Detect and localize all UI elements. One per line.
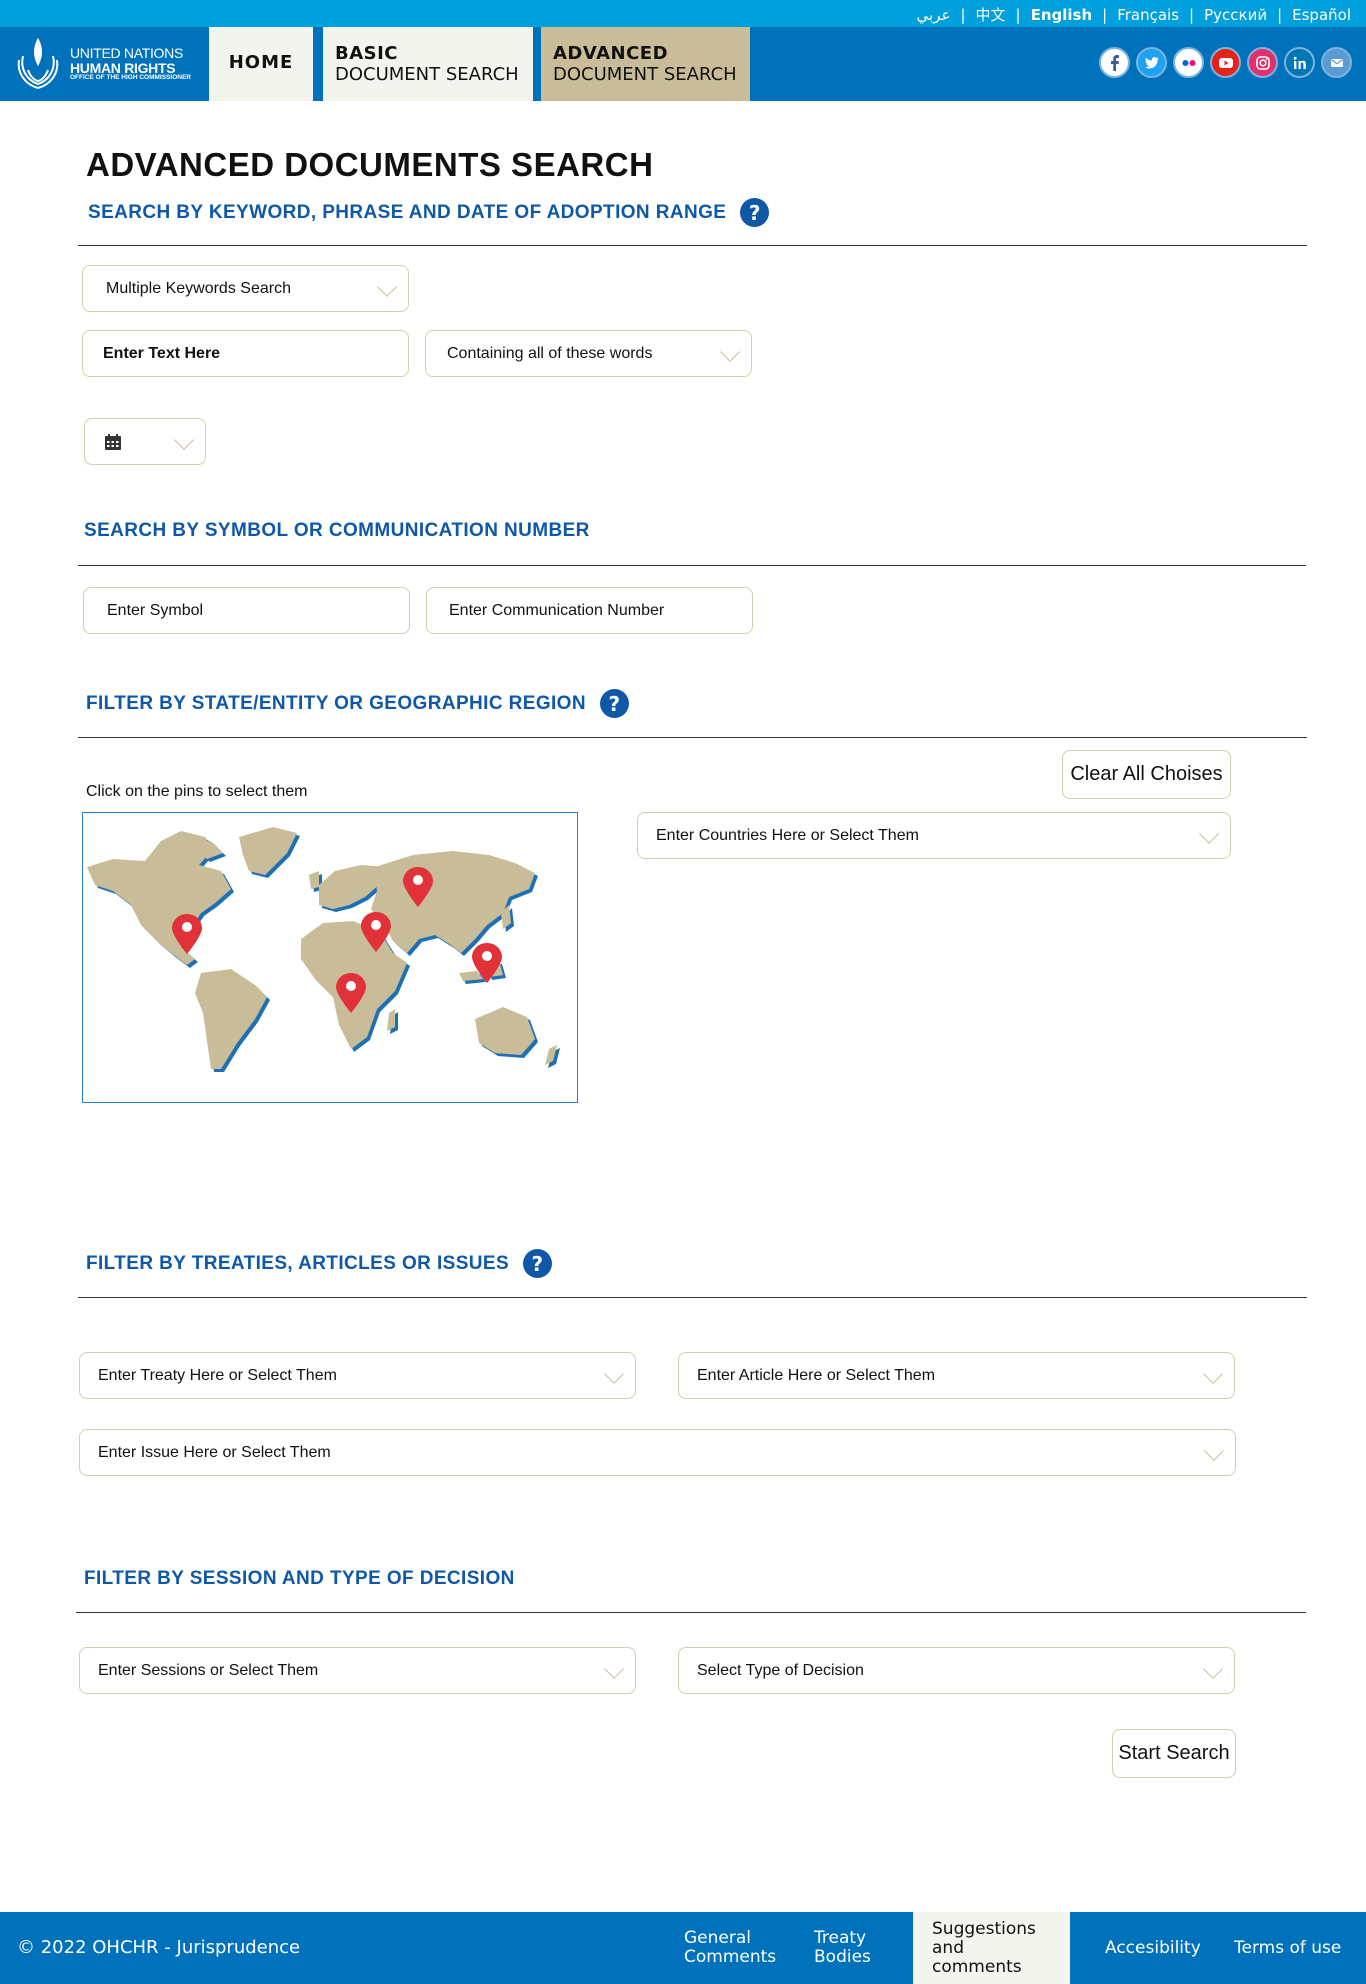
section-symbol-title: SEARCH BY SYMBOL OR COMMUNICATION NUMBER — [84, 520, 590, 542]
chevron-down-icon — [1199, 824, 1219, 844]
article-select[interactable]: Enter Article Here or Select Them — [678, 1352, 1235, 1399]
footer-link-treaty-bodies[interactable]: Treaty Bodies — [814, 1912, 871, 1984]
chevron-down-icon — [604, 1364, 624, 1384]
help-icon[interactable]: ? — [599, 689, 629, 718]
countries-select[interactable]: Enter Countries Here or Select Them — [637, 812, 1231, 859]
youtube-icon[interactable] — [1210, 47, 1241, 78]
chevron-down-icon — [604, 1659, 624, 1679]
tab-home-label: HOME — [228, 52, 294, 73]
footer-link-suggestions[interactable]: Suggestions and comments — [913, 1912, 1070, 1984]
section-session-title: FILTER BY SESSION AND TYPE OF DECISION — [84, 1568, 515, 1590]
tab-basic-label-2: DOCUMENT SEARCH — [335, 64, 519, 85]
chevron-down-icon — [174, 430, 194, 450]
decision-type-select[interactable]: Select Type of Decision — [678, 1647, 1235, 1694]
facebook-icon[interactable] — [1099, 47, 1130, 78]
flickr-icon[interactable] — [1173, 47, 1204, 78]
lang-english[interactable]: English — [1031, 6, 1093, 24]
treaty-placeholder: Enter Treaty Here or Select Them — [98, 1366, 337, 1384]
chevron-down-icon — [377, 277, 397, 297]
search-mode-value: Multiple Keywords Search — [106, 279, 291, 297]
tab-home[interactable]: HOME — [209, 27, 313, 101]
section-divider — [78, 245, 1307, 246]
symbol-input[interactable]: Enter Symbol — [83, 587, 410, 634]
section-treaties-label: FILTER BY TREATIES, ARTICLES OR ISSUES — [86, 1252, 510, 1274]
email-icon[interactable] — [1321, 47, 1352, 78]
start-search-button[interactable]: Start Search — [1112, 1729, 1236, 1778]
copyright: © 2022 OHCHR - Jurisprudence — [17, 1937, 301, 1958]
lang-russian[interactable]: Русский — [1204, 6, 1267, 24]
decision-type-placeholder: Select Type of Decision — [697, 1661, 864, 1679]
communication-number-placeholder: Enter Communication Number — [449, 601, 665, 619]
section-keyword-title: SEARCH BY KEYWORD, PHRASE AND DATE OF AD… — [88, 198, 770, 227]
lang-chinese[interactable]: 中文 — [976, 4, 1006, 25]
world-map[interactable] — [82, 812, 578, 1103]
section-divider — [78, 737, 1307, 738]
communication-number-input[interactable]: Enter Communication Number — [426, 587, 753, 634]
world-map-image — [87, 827, 557, 1069]
date-range-picker[interactable] — [84, 418, 206, 465]
twitter-icon[interactable] — [1136, 47, 1167, 78]
keyword-text-input[interactable]: Enter Text Here — [82, 330, 409, 377]
section-region-label: FILTER BY STATE/ENTITY OR GEOGRAPHIC REG… — [86, 692, 586, 714]
sessions-select[interactable]: Enter Sessions or Select Them — [79, 1647, 636, 1694]
brand-line-3: OFFICE OF THE HIGH COMMISSIONER — [70, 74, 191, 82]
tab-basic-search[interactable]: BASIC DOCUMENT SEARCH — [323, 27, 533, 101]
tab-basic-label-1: BASIC — [335, 43, 399, 64]
footer-link-terms[interactable]: Terms of use — [1234, 1912, 1341, 1984]
ohchr-logo[interactable]: UNITED NATIONS HUMAN RIGHTS OFFICE OF TH… — [14, 33, 194, 95]
match-mode-select[interactable]: Containing all of these words — [425, 330, 752, 377]
help-icon[interactable]: ? — [740, 198, 770, 227]
footer-link-general-comments[interactable]: General Comments — [684, 1912, 776, 1984]
instagram-icon[interactable] — [1247, 47, 1278, 78]
section-divider — [76, 1612, 1306, 1613]
search-mode-select[interactable]: Multiple Keywords Search — [82, 265, 409, 312]
brand-line-2: HUMAN RIGHTS — [70, 59, 176, 76]
page-title: ADVANCED DOCUMENTS SEARCH — [86, 146, 654, 183]
symbol-placeholder: Enter Symbol — [107, 601, 204, 619]
lang-spanish[interactable]: Español — [1292, 6, 1351, 24]
language-bar: عربي | 中文 | English | Français | Русский… — [0, 0, 1366, 27]
section-treaties-title: FILTER BY TREATIES, ARTICLES OR ISSUES ? — [86, 1249, 553, 1278]
calendar-icon — [105, 433, 121, 450]
tab-advanced-search[interactable]: ADVANCED DOCUMENT SEARCH — [541, 27, 750, 101]
tab-advanced-label-2: DOCUMENT SEARCH — [553, 64, 737, 85]
lang-arabic[interactable]: عربي — [917, 6, 951, 24]
section-region-title: FILTER BY STATE/ENTITY OR GEOGRAPHIC REG… — [86, 689, 629, 718]
lang-french[interactable]: Français — [1117, 6, 1179, 24]
section-symbol-label: SEARCH BY SYMBOL OR COMMUNICATION NUMBER — [84, 520, 590, 541]
chevron-down-icon — [1203, 1659, 1223, 1679]
map-hint: Click on the pins to select them — [86, 783, 308, 800]
section-session-label: FILTER BY SESSION AND TYPE OF DECISION — [84, 1568, 515, 1589]
footer-link-accessibility[interactable]: Accesibility — [1105, 1912, 1201, 1984]
site-footer: © 2022 OHCHR - Jurisprudence General Comm… — [0, 1912, 1366, 1984]
language-list: عربي | 中文 | English | Français | Русский… — [916, 4, 1351, 25]
chevron-down-icon — [1204, 1441, 1224, 1461]
site-header: UNITED NATIONS HUMAN RIGHTS OFFICE OF TH… — [0, 27, 1366, 101]
un-emblem-icon — [17, 37, 59, 89]
tab-advanced-label-1: ADVANCED — [553, 43, 669, 64]
match-mode-value: Containing all of these words — [447, 344, 653, 362]
issue-select[interactable]: Enter Issue Here or Select Them — [79, 1429, 1236, 1476]
linkedin-icon[interactable] — [1284, 47, 1315, 78]
chevron-down-icon — [1203, 1364, 1223, 1384]
brand-line-1: UNITED NATIONS — [70, 44, 183, 61]
keyword-text-placeholder: Enter Text Here — [103, 344, 221, 362]
help-icon[interactable]: ? — [523, 1249, 553, 1278]
treaty-select[interactable]: Enter Treaty Here or Select Them — [79, 1352, 636, 1399]
section-divider — [78, 565, 1306, 566]
sessions-placeholder: Enter Sessions or Select Them — [98, 1661, 319, 1679]
section-divider — [78, 1297, 1307, 1298]
issue-placeholder: Enter Issue Here or Select Them — [98, 1443, 331, 1461]
clear-all-button[interactable]: Clear All Choises — [1062, 750, 1231, 799]
section-keyword-label: SEARCH BY KEYWORD, PHRASE AND DATE OF AD… — [88, 201, 727, 223]
chevron-down-icon — [720, 342, 740, 362]
countries-placeholder: Enter Countries Here or Select Them — [656, 826, 919, 844]
article-placeholder: Enter Article Here or Select Them — [697, 1366, 936, 1384]
social-links — [1099, 47, 1352, 78]
